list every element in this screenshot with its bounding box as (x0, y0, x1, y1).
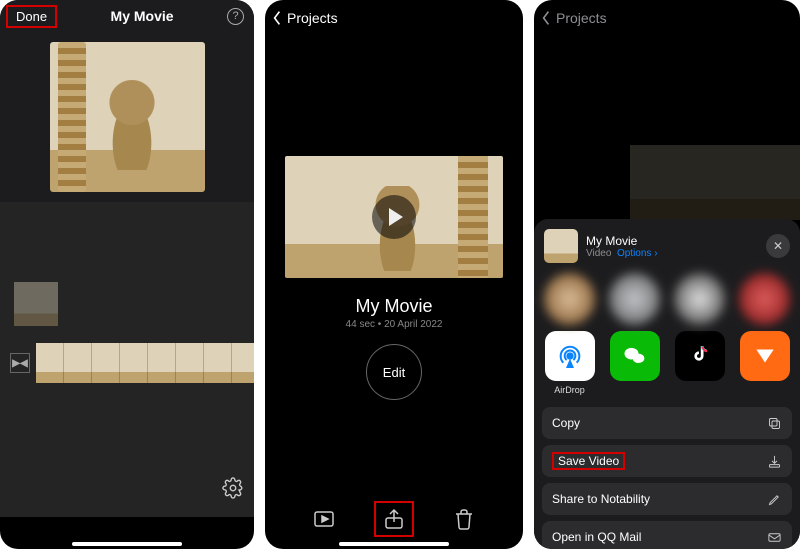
wechat-icon (610, 331, 660, 381)
help-icon[interactable]: ? (227, 8, 244, 25)
tiktok-icon (675, 331, 725, 381)
clip-thumbnail[interactable] (14, 282, 58, 326)
back-to-projects[interactable]: Projects (265, 0, 523, 36)
preview-image (50, 42, 205, 192)
transition-icon[interactable]: ▶◀ (10, 353, 30, 373)
share-title-block: My Movie Video Options › (586, 234, 758, 259)
action-open-qqmail[interactable]: Open in QQ Mail (542, 521, 792, 549)
home-indicator (72, 542, 182, 546)
share-title: My Movie (586, 234, 758, 248)
pencil-icon (767, 492, 782, 507)
contact-avatar[interactable] (544, 273, 595, 325)
app-label: AirDrop (544, 385, 595, 395)
share-sheet-header: My Movie Video Options › ✕ (534, 219, 800, 273)
share-options-link[interactable]: Options › (617, 248, 658, 259)
action-save-video[interactable]: Save Video (542, 445, 792, 477)
share-button-wrapper (374, 501, 414, 537)
play-outline-icon[interactable] (312, 507, 336, 531)
share-thumbnail (544, 229, 578, 263)
share-icon[interactable] (382, 507, 406, 531)
mail-icon (767, 530, 782, 545)
dimmed-video-peek (630, 145, 800, 220)
app-tiktok[interactable] (674, 331, 725, 395)
app-wechat[interactable] (609, 331, 660, 395)
app-airdrop[interactable]: AirDrop (544, 331, 595, 395)
app-other[interactable] (739, 331, 790, 395)
project-screen: Projects My Movie 44 sec • 20 April 2022… (265, 0, 523, 549)
action-label: Share to Notability (552, 492, 650, 506)
close-icon[interactable]: ✕ (766, 234, 790, 258)
action-label: Copy (552, 416, 580, 430)
share-actions: Copy Save Video Share to Notability Open… (534, 401, 800, 549)
contact-avatar[interactable] (674, 273, 725, 325)
editor-header: Done My Movie ? (0, 0, 254, 32)
project-toolbar (265, 501, 523, 537)
play-icon[interactable] (372, 195, 416, 239)
timeline-track[interactable]: ▶◀ (0, 342, 254, 384)
app-label (739, 385, 790, 395)
download-icon (767, 454, 782, 469)
edit-button[interactable]: Edit (366, 344, 422, 400)
frame-strip[interactable] (36, 343, 254, 383)
preview-area (0, 32, 254, 202)
action-label: Open in QQ Mail (552, 530, 641, 544)
editor-screen: Done My Movie ? ▶◀ (0, 0, 254, 549)
back-to-projects-dim: Projects (534, 0, 800, 36)
done-button[interactable]: Done (6, 5, 57, 28)
share-sheet: My Movie Video Options › ✕ (534, 219, 800, 549)
action-label: Save Video (552, 452, 625, 470)
contact-avatar[interactable] (609, 273, 660, 325)
share-apps-row: AirDrop (534, 325, 800, 401)
back-label-dim: Projects (556, 10, 607, 26)
project-subtitle: 44 sec • 20 April 2022 (265, 319, 523, 330)
airdrop-icon (545, 331, 595, 381)
back-label: Projects (287, 10, 338, 26)
other-app-icon (740, 331, 790, 381)
timeline-area[interactable]: ▶◀ (0, 202, 254, 517)
action-copy[interactable]: Copy (542, 407, 792, 439)
project-title: My Movie (265, 296, 523, 317)
contact-avatar[interactable] (739, 273, 790, 325)
copy-icon (767, 416, 782, 431)
home-indicator (339, 542, 449, 546)
video-player[interactable] (265, 156, 523, 278)
gear-icon[interactable] (222, 477, 244, 499)
share-subtitle: Video (586, 248, 611, 259)
app-label (609, 385, 660, 395)
trash-icon[interactable] (452, 507, 476, 531)
share-sheet-screen: Projects My Movie Video Options › ✕ (534, 0, 800, 549)
action-share-notability[interactable]: Share to Notability (542, 483, 792, 515)
share-contacts-row[interactable] (534, 273, 800, 325)
movie-title: My Movie (111, 8, 174, 24)
app-label (674, 385, 725, 395)
